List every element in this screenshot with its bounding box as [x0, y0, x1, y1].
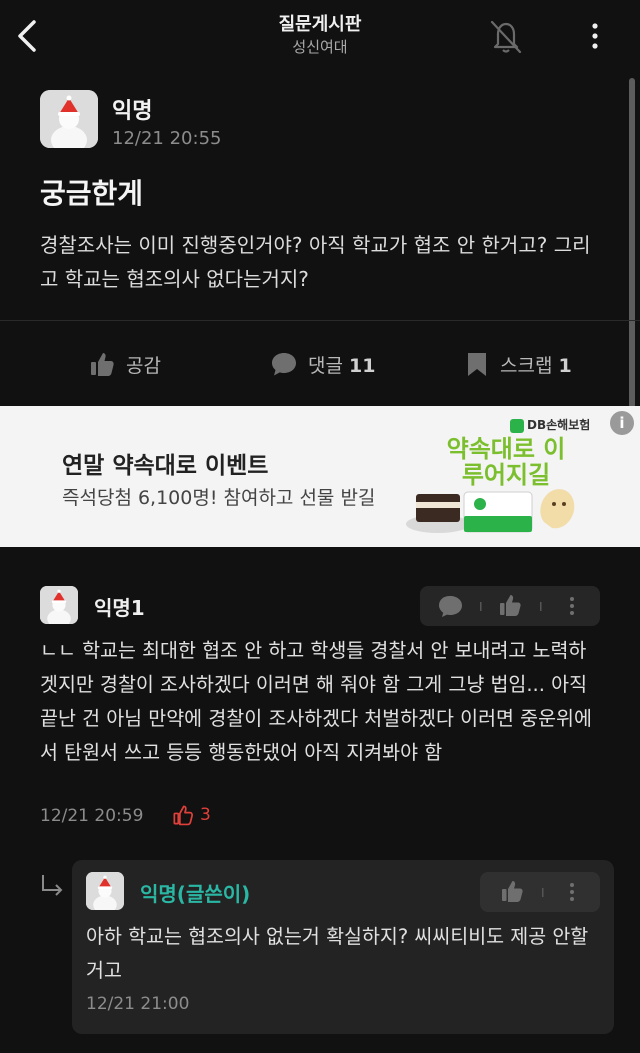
board-title: 질문게시판 — [278, 14, 362, 35]
comment-actions — [420, 586, 600, 626]
comment-more-button[interactable] — [570, 597, 574, 615]
speech-bubble-icon — [272, 353, 296, 376]
comment-like-count: 3 — [172, 804, 211, 826]
scrap-count: 1 — [558, 354, 572, 377]
ad-info-button[interactable]: i — [610, 411, 634, 435]
post-author: 익명 — [112, 99, 153, 124]
board-subtitle: 성신여대 — [292, 38, 348, 56]
ad-title[interactable]: 연말 약속대로 이벤트 — [62, 446, 268, 480]
notification-toggle[interactable] — [486, 16, 526, 56]
reply-button[interactable] — [439, 596, 462, 617]
comment-body: ㄴㄴ 학교는 최대한 협조 안 하고 학생들 경찰서 안 보내려고 노력하겟지만… — [40, 639, 592, 764]
scrap-button[interactable]: 스크랩 1 — [464, 344, 572, 384]
post-body: 경찰조사는 이미 진행중인거야? 아직 학교가 협조 안 한거고? 그리고 학교… — [40, 233, 591, 291]
ad-subtitle[interactable]: 즉석당첨 6,100명! 참여하고 선물 받길 — [62, 483, 375, 510]
more-vertical-icon — [592, 23, 598, 49]
comment-timestamp: 12/21 20:59 — [40, 806, 144, 826]
like-label: 공감 — [126, 354, 161, 377]
reply-body: 아하 학교는 협조의사 없는거 확실하지? 씨씨티비도 제공 안할거고 — [86, 925, 589, 982]
comment-count: 11 — [349, 354, 376, 377]
comment-author: 익명1 — [94, 596, 145, 620]
ad-gift-illustration — [406, 489, 575, 533]
reply-avatar — [86, 872, 124, 910]
santa-avatar-icon — [86, 872, 124, 910]
reply-arrow-icon — [42, 875, 63, 896]
more-options-button[interactable] — [582, 20, 608, 52]
thumbs-up-icon — [91, 353, 114, 376]
scrap-label: 스크랩 — [500, 354, 553, 377]
more-vertical-icon — [570, 883, 574, 901]
comment-button[interactable]: 댓글 11 — [270, 344, 375, 384]
avatar — [40, 90, 98, 148]
reply-author: 익명(글쓴이) — [140, 882, 251, 906]
reply-actions — [480, 872, 600, 912]
santa-avatar-icon — [40, 90, 98, 148]
divider — [0, 320, 640, 321]
thumbs-up-outline-icon — [173, 805, 193, 826]
like-count: 3 — [200, 805, 211, 825]
comment-label: 댓글 — [308, 354, 343, 377]
post-title: 궁금한게 — [40, 177, 144, 210]
thumbs-up-icon — [500, 595, 521, 616]
reply-like-button[interactable] — [502, 881, 523, 902]
thumbs-up-icon — [502, 881, 523, 902]
reply-bubble-icon — [439, 596, 462, 617]
more-vertical-icon — [570, 597, 574, 615]
ad-brand-logo: DB손해보험 — [510, 416, 590, 433]
like-button[interactable]: 공감 — [88, 344, 161, 384]
scrollbar[interactable] — [629, 78, 635, 408]
post-timestamp: 12/21 20:55 — [112, 128, 222, 149]
reply-timestamp: 12/21 21:00 — [86, 994, 190, 1014]
reply-more-button[interactable] — [570, 883, 574, 901]
santa-avatar-icon — [40, 586, 78, 624]
bell-off-icon — [490, 20, 522, 54]
comment-avatar — [40, 586, 78, 624]
db-logo-icon — [510, 418, 524, 433]
comment-like-button[interactable] — [500, 595, 521, 616]
bookmark-icon — [468, 353, 486, 376]
